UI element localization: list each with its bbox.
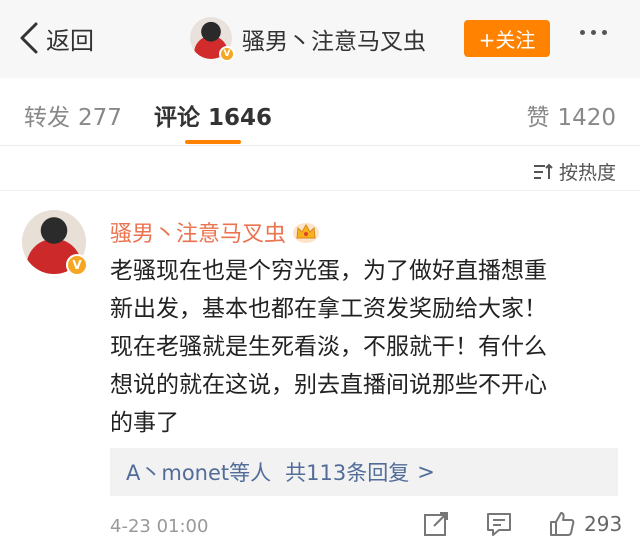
reply-chevron: >: [417, 460, 435, 484]
tab-repost-count: 277: [78, 105, 122, 131]
reply-names: A丶monet等人: [126, 461, 272, 485]
tab-comment-label: 评论: [154, 105, 200, 131]
tab-repost-label: 转发: [24, 105, 70, 131]
more-icon[interactable]: [580, 30, 607, 35]
repost-button[interactable]: [422, 510, 450, 542]
back-button[interactable]: 返回: [18, 18, 94, 58]
comment-line: 想说的就在这说，别去直播间说那些不开心: [110, 372, 547, 398]
comment-button[interactable]: [485, 510, 513, 542]
verified-icon: V: [219, 46, 235, 62]
like-count: 293: [584, 512, 623, 536]
header-avatar[interactable]: V: [190, 17, 235, 62]
like-icon: [550, 512, 575, 536]
comment-line: 现在老骚就是生死看淡，不服就干！有什么: [110, 334, 547, 360]
tab-like-count: 1420: [557, 105, 616, 131]
tab-like-label: 赞: [526, 105, 550, 131]
active-tab-indicator: [185, 140, 241, 144]
page-title[interactable]: 骚男丶注意马叉虫: [242, 22, 426, 56]
comment-author[interactable]: 骚男丶注意马叉虫: [110, 216, 320, 248]
sort-icon: [533, 163, 553, 179]
reply-preview-link[interactable]: A丶monet等人 共113条回复 >: [110, 448, 618, 496]
repost-icon: [424, 512, 448, 536]
follow-button[interactable]: +关注: [464, 20, 550, 57]
comment-text: 老骚现在也是个穷光蛋，为了做好直播想重 新出发，基本也都在拿工资发奖励给大家！ …: [110, 252, 620, 442]
tab-comment-count: 1646: [208, 105, 273, 131]
comment-timestamp: 4-23 01:00: [110, 516, 209, 537]
verified-icon: V: [66, 254, 88, 276]
back-label: 返回: [46, 26, 94, 55]
tab-comment[interactable]: 评论 1646: [154, 98, 272, 132]
comment-icon: [487, 513, 511, 536]
sort-toggle[interactable]: 按热度: [533, 158, 616, 185]
tab-like[interactable]: 赞 1420: [526, 98, 616, 132]
like-button[interactable]: 293: [548, 510, 622, 538]
tab-repost[interactable]: 转发 277: [24, 98, 122, 132]
reply-summary: 共113条回复: [285, 461, 410, 485]
sort-label: 按热度: [558, 162, 616, 184]
back-chevron-icon: [20, 22, 38, 54]
comment-line: 老骚现在也是个穷光蛋，为了做好直播想重: [110, 258, 547, 284]
top-bar: 返回 V 骚男丶注意马叉虫 +关注: [0, 0, 640, 78]
comment-line: 的事了: [110, 410, 179, 436]
comment-author-name: 骚男丶注意马叉虫: [110, 222, 287, 247]
divider: [0, 190, 640, 191]
comment-avatar[interactable]: V: [22, 210, 88, 276]
crown-icon: [293, 223, 320, 243]
comment-line: 新出发，基本也都在拿工资发奖励给大家！: [110, 296, 547, 322]
tab-bar: 转发 277 评论 1646 赞 1420: [0, 78, 640, 146]
